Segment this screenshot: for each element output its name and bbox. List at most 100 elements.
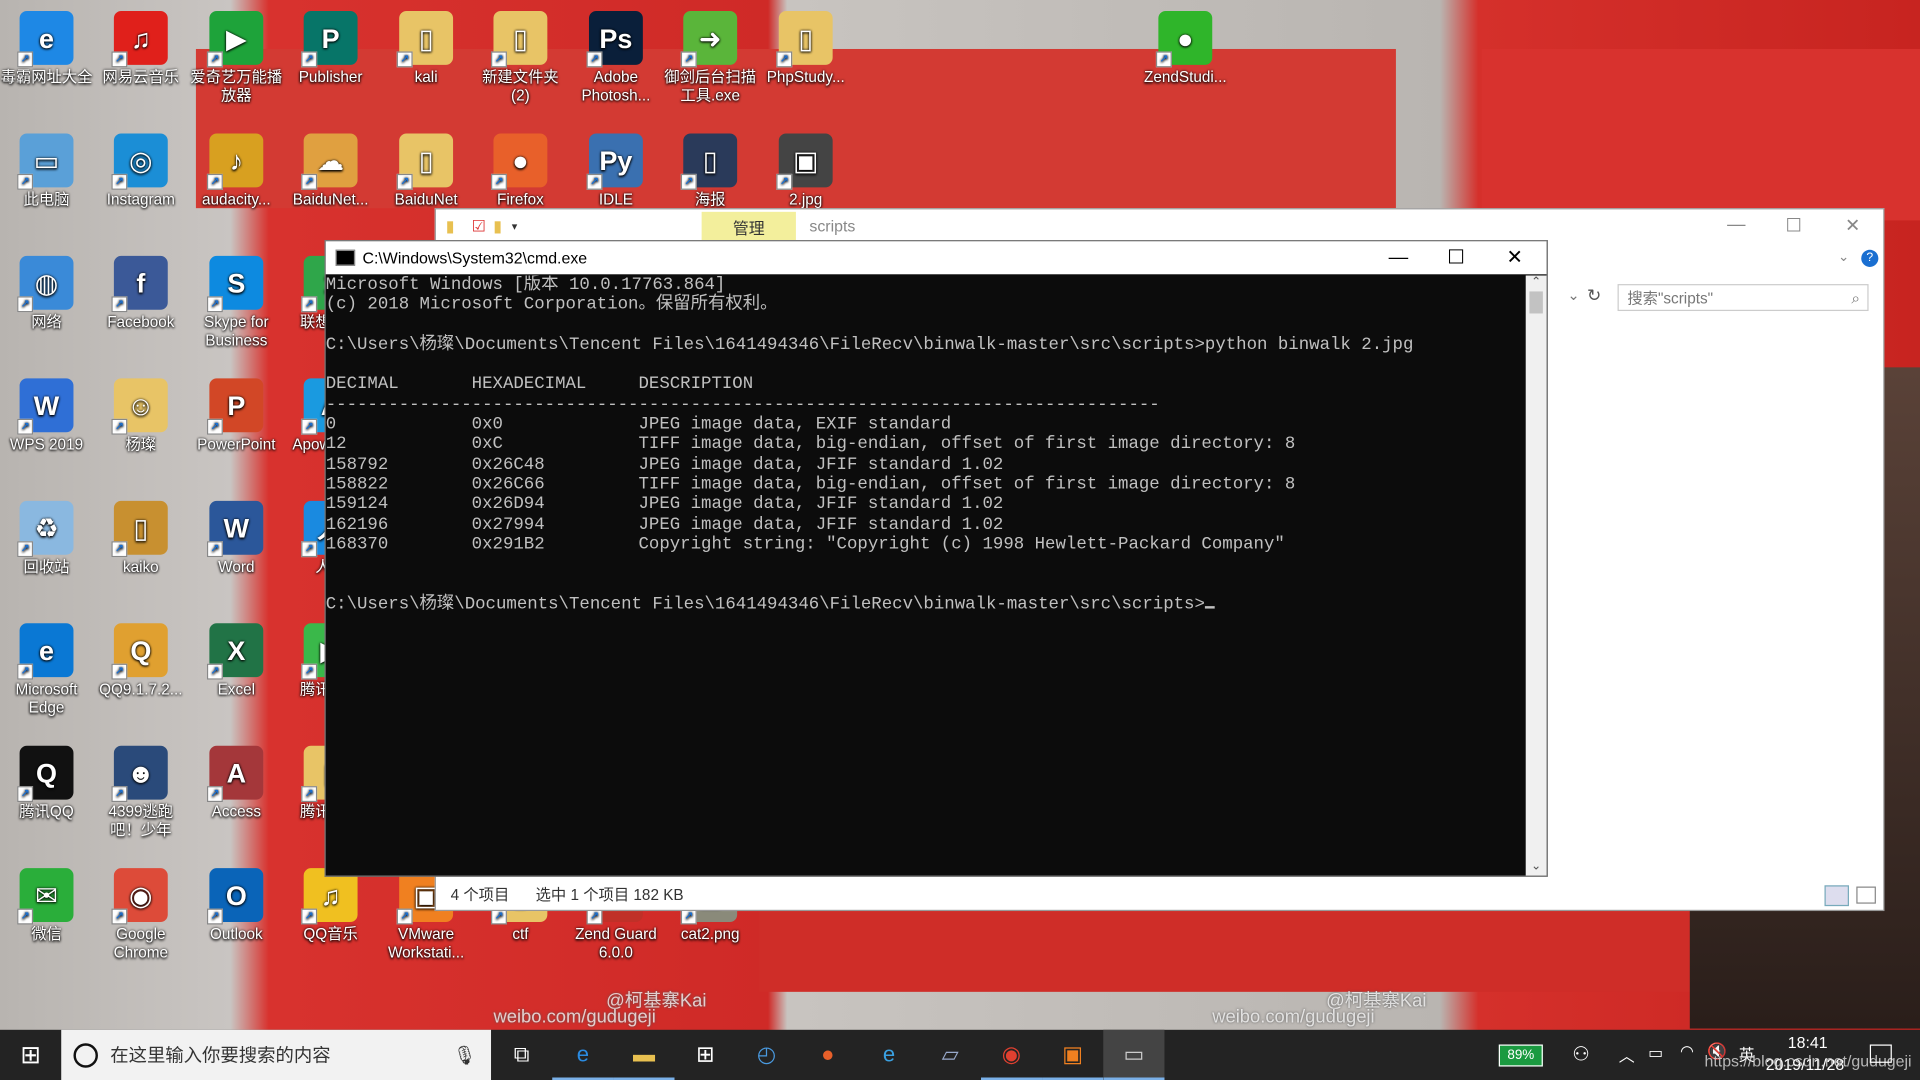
desktop-icon[interactable]: ▯ ↗ PhpStudy...: [759, 6, 852, 87]
large-icons-view-icon[interactable]: [1856, 886, 1876, 904]
cortana-icon: [73, 1042, 98, 1068]
shortcut-arrow-icon: ↗: [491, 173, 507, 190]
app-glyph: X: [227, 634, 246, 666]
desktop-icon[interactable]: ▯ ↗ 海报: [664, 129, 757, 210]
taskbar-ie-icon[interactable]: e: [858, 1030, 919, 1080]
icon-label: BaiduNet: [394, 191, 458, 209]
desktop-icon[interactable]: ☻ ↗ 4399逃跑吧！少年: [94, 741, 187, 840]
show-hidden-icons[interactable]: ︿: [1619, 1043, 1635, 1066]
desktop-icon[interactable]: ▣ ↗ 2.jpg: [759, 129, 852, 210]
desktop-icon[interactable]: P ↗ Publisher: [284, 6, 377, 87]
battery-indicator[interactable]: 89%: [1498, 1044, 1543, 1067]
maximize-button[interactable]: ☐: [1776, 214, 1813, 237]
customize-toolbar-icon[interactable]: ▾: [512, 220, 518, 233]
desktop-icon[interactable]: Q ↗ QQ9.1.7.2...: [94, 618, 187, 699]
taskbar-search[interactable]: 在这里输入你要搜索的内容 🎙: [61, 1029, 492, 1080]
wifi-icon[interactable]: ◠: [1680, 1042, 1694, 1062]
search-input[interactable]: 搜索"scripts" ⌕: [1617, 284, 1869, 312]
desktop-icon[interactable]: ▯ ↗ BaiduNet: [380, 129, 473, 210]
taskbar-store-icon[interactable]: ⊞: [675, 1030, 736, 1080]
desktop-icon[interactable]: W ↗ WPS 2019: [0, 373, 93, 454]
search-placeholder: 在这里输入你要搜索的内容: [110, 1045, 331, 1067]
desktop-icon[interactable]: ✉ ↗ 微信: [0, 863, 93, 944]
help-icon[interactable]: ?: [1861, 249, 1879, 267]
folder-icon[interactable]: ▮: [446, 217, 455, 237]
app-glyph: ●: [1177, 22, 1194, 54]
taskbar-edge-icon[interactable]: e: [552, 1030, 613, 1080]
desktop-icon[interactable]: ♫ ↗ 网易云音乐: [94, 6, 187, 87]
microphone-icon[interactable]: 🎙: [453, 1044, 476, 1066]
taskbar-cmd-icon[interactable]: ▭: [1103, 1029, 1165, 1080]
icon-label: Skype for Business: [203, 313, 269, 349]
taskbar-firefox-icon[interactable]: ●: [797, 1030, 858, 1080]
desktop-icon[interactable]: ♪ ↗ audacity...: [190, 129, 283, 210]
desktop-icon[interactable]: e ↗ 毒霸网址大全: [0, 6, 93, 87]
shortcut-arrow-icon: ↗: [301, 541, 318, 558]
desktop-icon[interactable]: O ↗ Outlook: [190, 863, 283, 944]
desktop-icon[interactable]: ▶ ↗ 爱奇艺万能播放器: [190, 6, 283, 105]
desktop-icon[interactable]: ☁ ↗ BaiduNet...: [284, 129, 377, 210]
minimize-button[interactable]: —: [1370, 241, 1426, 274]
shortcut-arrow-icon: ↗: [17, 51, 34, 68]
shortcut-arrow-icon: ↗: [111, 908, 128, 925]
chevron-down-icon[interactable]: ⌄: [1567, 287, 1579, 304]
desktop-icon[interactable]: ◉ ↗ Google Chrome: [94, 863, 187, 962]
desktop-icon[interactable]: ▯ ↗ 新建文件夹 (2): [474, 6, 567, 105]
clock-time[interactable]: 18:41: [1788, 1033, 1828, 1051]
scrollbar[interactable]: ⌃ ⌄: [1525, 275, 1547, 876]
close-button[interactable]: ✕: [1487, 241, 1543, 274]
app-icon: Q ↗: [111, 623, 168, 680]
details-view-icon[interactable]: [1824, 885, 1849, 907]
close-button[interactable]: ✕: [1834, 214, 1871, 237]
app-glyph: Q: [36, 757, 58, 788]
desktop-icon[interactable]: ♻ ↗ 回收站: [0, 496, 93, 577]
desktop-icon[interactable]: Ps ↗ Adobe Photosh...: [569, 6, 662, 105]
cmd-window[interactable]: C:\Windows\System32\cmd.exe — ☐ ✕ Micros…: [324, 240, 1548, 877]
taskbar-shop-icon[interactable]: ▣: [1042, 1030, 1103, 1080]
taskbar-clock-icon[interactable]: ◴: [736, 1030, 797, 1080]
desktop-icon[interactable]: ➜ ↗ 御剑后台扫描工具.exe: [664, 6, 757, 105]
taskbar-task-view-icon[interactable]: ⧉: [491, 1030, 552, 1080]
new-folder-icon[interactable]: ▮: [493, 217, 502, 237]
desktop-icon[interactable]: ◍ ↗ 网络: [0, 251, 93, 332]
properties-icon[interactable]: ☑: [472, 217, 486, 237]
tab-manage[interactable]: 管理: [701, 211, 796, 242]
desktop-icon[interactable]: ▯ ↗ kali: [380, 6, 473, 87]
expand-ribbon-icon[interactable]: ⌄: [1838, 249, 1849, 265]
desktop-icon[interactable]: P ↗ PowerPoint: [190, 373, 283, 454]
taskbar-chrome-icon[interactable]: ◉: [981, 1030, 1042, 1080]
title-bar[interactable]: C:\Windows\System32\cmd.exe — ☐ ✕: [325, 241, 1547, 275]
scrollbar-thumb[interactable]: [1529, 291, 1543, 314]
console-line: 159124 0x26D94 JPEG image data, JFIF sta…: [325, 495, 1004, 515]
console-output[interactable]: Microsoft Windows [版本 10.0.17763.864] (c)…: [326, 276, 1526, 876]
desktop-icon[interactable]: ☺ ↗ 杨璨: [94, 373, 187, 454]
desktop-icon[interactable]: e ↗ Microsoft Edge: [0, 618, 93, 717]
text-cursor: [1204, 605, 1215, 609]
app-glyph: ◍: [34, 267, 59, 299]
notification-icon[interactable]: [1869, 1044, 1892, 1063]
desktop-icon[interactable]: ● ↗ Firefox: [474, 129, 567, 210]
desktop-icon[interactable]: Q ↗ 腾讯QQ: [0, 741, 93, 822]
battery-icon[interactable]: ▭: [1648, 1043, 1663, 1063]
desktop-icon[interactable]: W ↗ Word: [190, 496, 283, 577]
app-icon: ▶↗: [206, 11, 264, 68]
refresh-icon[interactable]: ↻: [1587, 285, 1601, 306]
maximize-button[interactable]: ☐: [1428, 241, 1484, 274]
scroll-up-icon[interactable]: ⌃: [1526, 276, 1547, 289]
minimize-button[interactable]: —: [1718, 214, 1755, 235]
desktop-icon[interactable]: ● ↗ ZendStudi...: [1139, 6, 1232, 87]
taskbar-notes-icon[interactable]: ▱: [920, 1030, 981, 1080]
desktop-icon[interactable]: ◎ ↗ Instagram: [94, 129, 187, 210]
desktop-icon[interactable]: A ↗ Access: [190, 741, 283, 822]
start-button[interactable]: ⊞: [0, 1030, 61, 1080]
app-icon: e ↗: [17, 11, 74, 68]
console-line: ----------------------------------------…: [325, 395, 1160, 415]
scroll-down-icon[interactable]: ⌄: [1526, 860, 1547, 873]
desktop-icon[interactable]: ▯ ↗ kaiko: [94, 496, 187, 577]
desktop-icon[interactable]: f ↗ Facebook: [94, 251, 187, 332]
desktop-icon[interactable]: ▭ ↗ 此电脑: [0, 129, 93, 210]
taskbar-file-explorer-icon[interactable]: ▬: [613, 1030, 674, 1080]
desktop-icon[interactable]: S ↗ Skype for Business: [190, 251, 283, 350]
people-icon[interactable]: ⚇: [1572, 1042, 1590, 1066]
desktop-icon[interactable]: X ↗ Excel: [190, 618, 283, 699]
